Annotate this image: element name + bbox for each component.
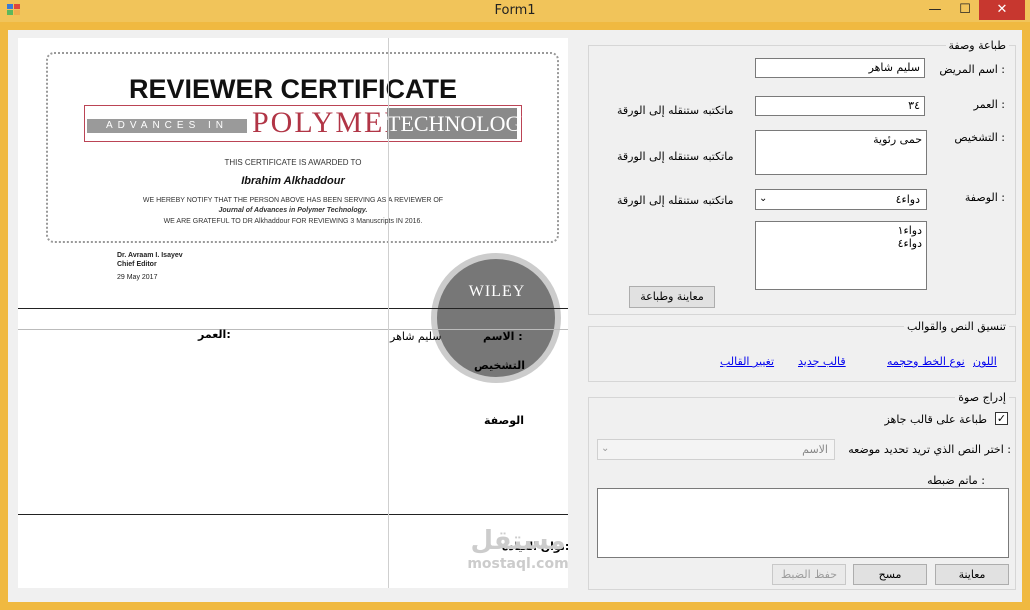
print-prescription-group: طباعة وصفة اسم المريض : سليم شاهر العمر …: [588, 39, 1016, 315]
new-template-link[interactable]: قالب جديد: [798, 355, 846, 368]
prescription-age-label: العمر:: [198, 328, 231, 341]
banner-right-text: TECHNOLOGY: [387, 108, 537, 139]
save-adjustment-button: حفظ الضبط: [772, 564, 846, 585]
adjusted-label: ماتم ضبطه :: [927, 474, 985, 487]
title-bar: Form1 — ☐ ✕: [0, 0, 1030, 22]
preview-print-button[interactable]: معاينة وطباعة: [629, 286, 715, 308]
mostaql-watermark: مستقل mostaql.com: [458, 526, 568, 572]
certificate-date: 29 May 2017: [117, 274, 158, 281]
minimize-button[interactable]: —: [918, 0, 952, 20]
prescription-diagnosis-label: التشخيص: [474, 359, 526, 372]
text-format-group: تنسيق النص والقوالب اللون نوع الخط وحجمه…: [588, 320, 1016, 382]
diagnosis-input[interactable]: حمى رئوية: [755, 130, 927, 175]
preview-button[interactable]: معاينة: [935, 564, 1009, 585]
certificate-signer-role: Chief Editor: [117, 261, 157, 268]
patient-name-input[interactable]: سليم شاهر: [755, 58, 925, 78]
choose-text-label: اختر النص الذي تريد تحديد موضعه :: [848, 443, 1011, 456]
recipe-dropdown[interactable]: دواء٤ ⌄: [755, 189, 927, 210]
prescription-name-value: سليم شاهر: [390, 330, 442, 343]
diagnosis-note: ماتكتبه ستنقله إلى الورقة: [617, 150, 734, 163]
certificate-signer: Dr. Avraam I. Isayev: [117, 252, 183, 259]
choose-text-dropdown: الاسم ⌄: [597, 439, 835, 460]
certificate-awarded-to: THIS CERTIFICATE IS AWARDED TO: [224, 158, 362, 167]
prescription-recipe-label: الوصفة: [484, 414, 525, 427]
certificate-recipient: Ibrahim Alkhaddour: [241, 175, 345, 187]
choose-text-value: الاسم: [802, 443, 828, 456]
print-template-checkbox[interactable]: ✓: [995, 412, 1008, 425]
positioning-guide-line: [388, 38, 389, 588]
recipe-list[interactable]: دواء١ دواء٤: [755, 221, 927, 290]
chevron-down-icon: ⌄: [601, 443, 610, 454]
maximize-button[interactable]: ☐: [952, 0, 978, 20]
insert-image-group: إدراج صوة ✓ طباعة على قالب جاهز اختر الن…: [588, 391, 1016, 590]
font-link[interactable]: نوع الخط وحجمه: [887, 355, 965, 368]
watermark-latin: mostaql.com: [467, 556, 568, 572]
age-input[interactable]: ٣٤: [755, 96, 925, 116]
change-template-link[interactable]: تغيير القالب: [720, 355, 774, 368]
watermark-arabic: مستقل: [470, 526, 566, 556]
close-button[interactable]: ✕: [979, 0, 1025, 20]
divider-line: [18, 308, 568, 309]
clear-button[interactable]: مسح: [853, 564, 927, 585]
diagnosis-label: التشخيص :: [954, 131, 1005, 144]
print-prescription-legend: طباعة وصفة: [945, 39, 1009, 52]
certificate-grateful: WE ARE GRATEFUL TO DR Alkhaddour FOR REV…: [163, 218, 423, 225]
wiley-logo-text: WILEY: [468, 283, 526, 300]
journal-banner: ADVANCES IN POLYMER TECHNOLOGY: [84, 105, 537, 142]
print-template-label: طباعة على قالب جاهز: [884, 413, 987, 426]
form-client-area: REVIEWER CERTIFICATE ADVANCES IN POLYMER…: [8, 30, 1022, 602]
patient-name-label: اسم المريض :: [939, 63, 1005, 76]
adjusted-textarea[interactable]: [597, 488, 1009, 558]
prescription-name-label: الاسم :: [483, 330, 523, 343]
banner-mid-text: POLYMER: [252, 106, 407, 139]
recipe-dropdown-value: دواء٤: [895, 193, 920, 206]
insert-image-legend: إدراج صوة: [955, 391, 1009, 404]
color-link[interactable]: اللون: [973, 355, 997, 368]
text-format-legend: تنسيق النص والقوالب: [903, 320, 1009, 333]
certificate-notify: WE HEREBY NOTIFY THAT THE PERSON ABOVE H…: [142, 197, 444, 204]
recipe-label: الوصفة :: [964, 191, 1005, 204]
window-title: Form1: [494, 3, 536, 18]
print-preview-panel[interactable]: REVIEWER CERTIFICATE ADVANCES IN POLYMER…: [18, 38, 568, 588]
age-label: العمر :: [973, 98, 1005, 111]
divider-line: [18, 514, 568, 515]
certificate-title: REVIEWER CERTIFICATE: [128, 74, 457, 104]
age-note: ماتكتبه ستنقله إلى الورقة: [617, 104, 734, 117]
recipe-note: ماتكتبه ستنقله إلى الورقة: [617, 194, 734, 207]
certificate-journal: Journal of Advances in Polymer Technolog…: [218, 207, 368, 214]
banner-left-text: ADVANCES IN: [87, 119, 247, 133]
chevron-down-icon[interactable]: ⌄: [759, 193, 767, 204]
